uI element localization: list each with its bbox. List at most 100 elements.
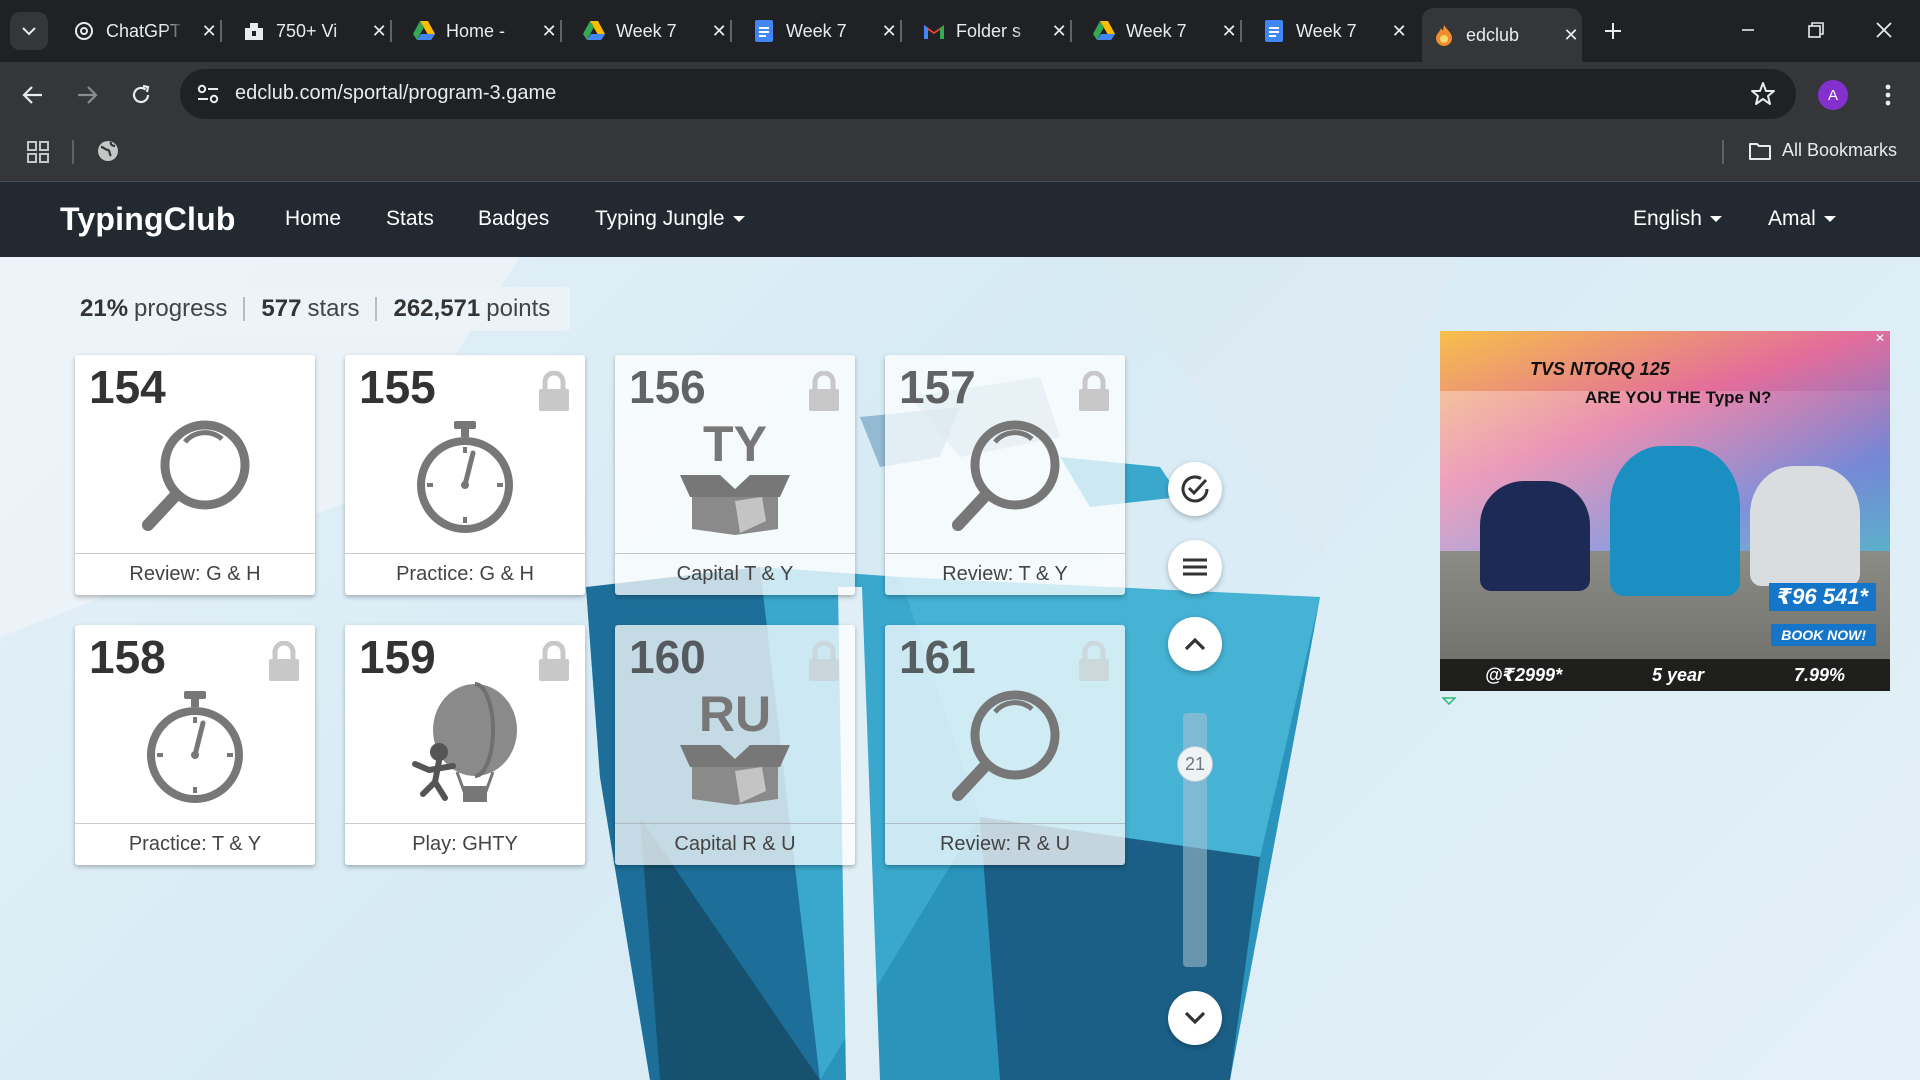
tab-docs-week7-2[interactable]: Week 7 ✕ <box>1252 10 1410 52</box>
all-bookmarks-button[interactable]: All Bookmarks <box>1748 140 1897 161</box>
gmail-icon <box>922 19 946 43</box>
magnifier-icon <box>885 677 1125 817</box>
lesson-label: Review: T & Y <box>885 553 1125 595</box>
tab-title: ChatGPT <box>106 20 182 41</box>
ad-close-icon[interactable]: ✕ <box>1873 331 1887 345</box>
tab-edclub-active[interactable]: edclub ✕ <box>1422 8 1582 62</box>
close-icon[interactable]: ✕ <box>368 20 390 42</box>
scooter-rider-image <box>1480 481 1590 591</box>
user-menu-dropdown[interactable]: Amal <box>1768 207 1836 231</box>
lesson-card-155[interactable]: 155 Practice: G & H <box>345 355 585 595</box>
tab-title: Week 7 <box>1126 20 1187 41</box>
address-bar[interactable]: edclub.com/sportal/program-3.game <box>180 69 1796 119</box>
tab-separator <box>220 20 222 42</box>
close-window-button[interactable] <box>1854 10 1914 50</box>
minimize-button[interactable] <box>1718 10 1778 50</box>
all-bookmarks-label: All Bookmarks <box>1782 140 1898 160</box>
more-vert-icon <box>1885 84 1891 106</box>
arrow-left-icon <box>22 86 42 104</box>
lesson-label: Capital R & U <box>615 823 855 865</box>
bookmark-globe[interactable] <box>96 139 120 168</box>
close-icon[interactable]: ✕ <box>708 20 730 42</box>
tab-title: Week 7 <box>786 20 847 41</box>
forward-button[interactable] <box>68 76 106 114</box>
tab-separator <box>560 20 562 42</box>
scooter-rider-image <box>1610 446 1740 596</box>
tab-title: Week 7 <box>1296 20 1357 41</box>
lesson-card-161[interactable]: 161 Review: R & U <box>885 625 1125 865</box>
bookmark-star-icon[interactable] <box>1750 81 1776 107</box>
advertisement-banner[interactable]: TVS NTORQ 125 ARE YOU THE Type N? ₹96 54… <box>1440 331 1890 691</box>
stopwatch-icon <box>75 677 315 817</box>
globe-icon <box>98 141 118 161</box>
tab-chatgpt[interactable]: ChatGPT ✕ <box>62 10 222 52</box>
tab-750-vi[interactable]: 750+ Vi ✕ <box>232 10 392 52</box>
tab-title: Week 7 <box>616 20 677 41</box>
drive-icon <box>582 19 606 43</box>
browser-toolbar: edclub.com/sportal/program-3.game A <box>0 62 1920 126</box>
tab-title: Home - <box>446 20 506 41</box>
nav-typing-jungle-dropdown[interactable]: Typing Jungle <box>595 207 745 231</box>
ad-emi: @₹2999* <box>1484 664 1563 685</box>
close-icon[interactable]: ✕ <box>538 20 560 42</box>
tab-gmail-folder[interactable]: Folder s ✕ <box>912 10 1072 52</box>
lesson-label: Play: GHTY <box>345 823 585 865</box>
lesson-number: 154 <box>89 361 166 413</box>
stats-divider <box>375 297 378 321</box>
menu-button[interactable] <box>1168 540 1222 594</box>
lesson-card-157[interactable]: 157 Review: T & Y <box>885 355 1125 595</box>
bookmarks-bar: All Bookmarks <box>0 126 1920 182</box>
nav-stats[interactable]: Stats <box>386 207 434 231</box>
browser-tab-strip: ChatGPT ✕ 750+ Vi ✕ Home - ✕ Week 7 ✕ We… <box>0 0 1920 62</box>
lesson-card-154[interactable]: 154 Review: G & H <box>75 355 315 595</box>
check-progress-button[interactable] <box>1168 462 1222 516</box>
ad-book-now-button[interactable]: BOOK NOW! <box>1771 624 1876 646</box>
lesson-card-160[interactable]: 160 RU Capital R & U <box>615 625 855 865</box>
reload-icon <box>132 84 150 104</box>
current-page-indicator[interactable]: 21 <box>1177 746 1213 782</box>
tab-separator <box>900 20 902 42</box>
reload-button[interactable] <box>122 76 160 114</box>
browser-menu-button[interactable] <box>1873 80 1903 110</box>
scroll-down-button[interactable] <box>1168 991 1222 1045</box>
tab-drive-week7-2[interactable]: Week 7 ✕ <box>1082 10 1242 52</box>
lesson-label: Practice: G & H <box>345 553 585 595</box>
close-icon <box>1876 22 1892 38</box>
stars-value: 577 <box>261 295 302 322</box>
tab-drive-week7[interactable]: Week 7 ✕ <box>572 10 732 52</box>
lock-icon <box>809 641 839 681</box>
language-dropdown[interactable]: English <box>1633 207 1722 231</box>
ad-rate: 7.99% <box>1793 664 1846 685</box>
close-icon[interactable]: ✕ <box>1048 20 1070 42</box>
close-icon[interactable]: ✕ <box>878 20 900 42</box>
scroll-up-button[interactable] <box>1168 617 1222 671</box>
profile-avatar[interactable]: A <box>1818 80 1848 110</box>
lesson-card-158[interactable]: 158 Practice: T & Y <box>75 625 315 865</box>
box-icon: TY <box>615 407 855 547</box>
site-logo[interactable]: TypingClub <box>60 201 236 238</box>
apps-grid-icon <box>27 141 49 163</box>
docs-icon <box>752 19 776 43</box>
apps-button[interactable] <box>26 140 50 169</box>
restore-button[interactable] <box>1786 10 1846 50</box>
close-icon[interactable]: ✕ <box>1388 20 1410 42</box>
close-icon[interactable]: ✕ <box>1560 24 1582 46</box>
tab-docs-week7[interactable]: Week 7 ✕ <box>742 10 902 52</box>
tab-separator <box>730 20 732 42</box>
lesson-card-159[interactable]: 159 Play: GHTY <box>345 625 585 865</box>
edclub-icon <box>1432 23 1456 47</box>
nav-badges[interactable]: Badges <box>478 207 549 231</box>
close-icon[interactable]: ✕ <box>198 20 220 42</box>
tab-search-button[interactable] <box>10 12 48 50</box>
nav-home[interactable]: Home <box>285 207 341 231</box>
close-icon[interactable]: ✕ <box>1218 20 1240 42</box>
back-button[interactable] <box>14 76 52 114</box>
nav-typing-jungle-label: Typing Jungle <box>595 207 725 230</box>
lesson-number: 159 <box>359 631 436 683</box>
site-info-icon[interactable] <box>196 83 220 105</box>
chevron-down-icon <box>22 27 36 36</box>
tab-drive-home[interactable]: Home - ✕ <box>402 10 562 52</box>
new-tab-button[interactable] <box>1598 16 1628 46</box>
adchoices-icon[interactable] <box>1442 697 1456 705</box>
lesson-card-156[interactable]: 156 TY Capital T & Y <box>615 355 855 595</box>
